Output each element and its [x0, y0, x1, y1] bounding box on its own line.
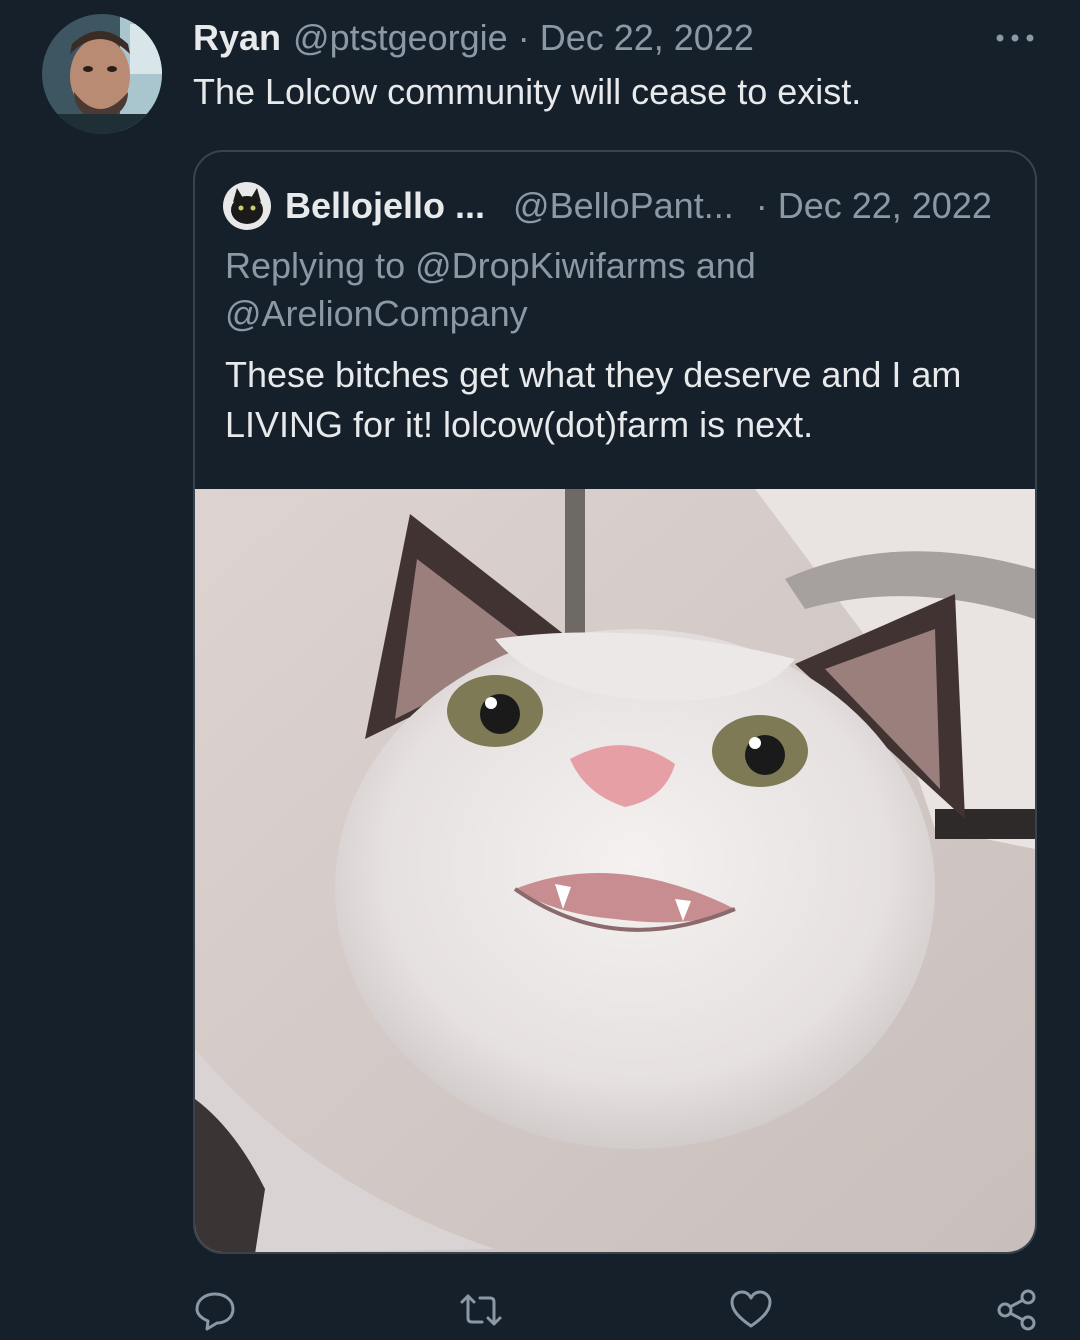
quoted-tweet[interactable]: Bellojello ... @BelloPant... · Dec 22, 2… [193, 150, 1037, 1254]
reply-icon[interactable] [190, 1285, 240, 1335]
share-icon[interactable] [992, 1285, 1042, 1335]
quoted-tweet-header: Bellojello ... @BelloPant... · Dec 22, 2… [223, 182, 992, 230]
quoted-author-name: Bellojello ... [285, 185, 486, 226]
tweet[interactable]: Ryan @ptstgeorgie · Dec 22, 2022 The Lol… [0, 0, 1080, 1340]
cat-photo[interactable] [195, 489, 1035, 1252]
quoted-tweet-text: These bitches get what they deserve and … [225, 354, 962, 445]
separator-dot: · [517, 17, 530, 58]
author-name[interactable]: Ryan [193, 17, 281, 59]
author-handle[interactable]: @ptstgeorgie [293, 17, 508, 59]
tweet-text: The Lolcow community will cease to exist… [193, 71, 862, 112]
quoted-separator-dot: · [755, 185, 768, 226]
quoted-author-handle: @BelloPant... [513, 185, 734, 226]
like-icon[interactable] [726, 1285, 776, 1335]
quoted-tweet-date: Dec 22, 2022 [777, 185, 992, 226]
author-avatar[interactable] [42, 14, 162, 134]
tweet-date[interactable]: Dec 22, 2022 [540, 17, 754, 59]
retweet-icon[interactable] [456, 1285, 506, 1335]
more-options-icon[interactable] [990, 20, 1040, 56]
quoted-author-avatar [223, 182, 271, 230]
tweet-header: Ryan @ptstgeorgie · Dec 22, 2022 [193, 14, 754, 62]
action-bar [0, 1285, 1080, 1335]
replying-to: Replying to @DropKiwifarms and @ArelionC… [225, 245, 756, 334]
